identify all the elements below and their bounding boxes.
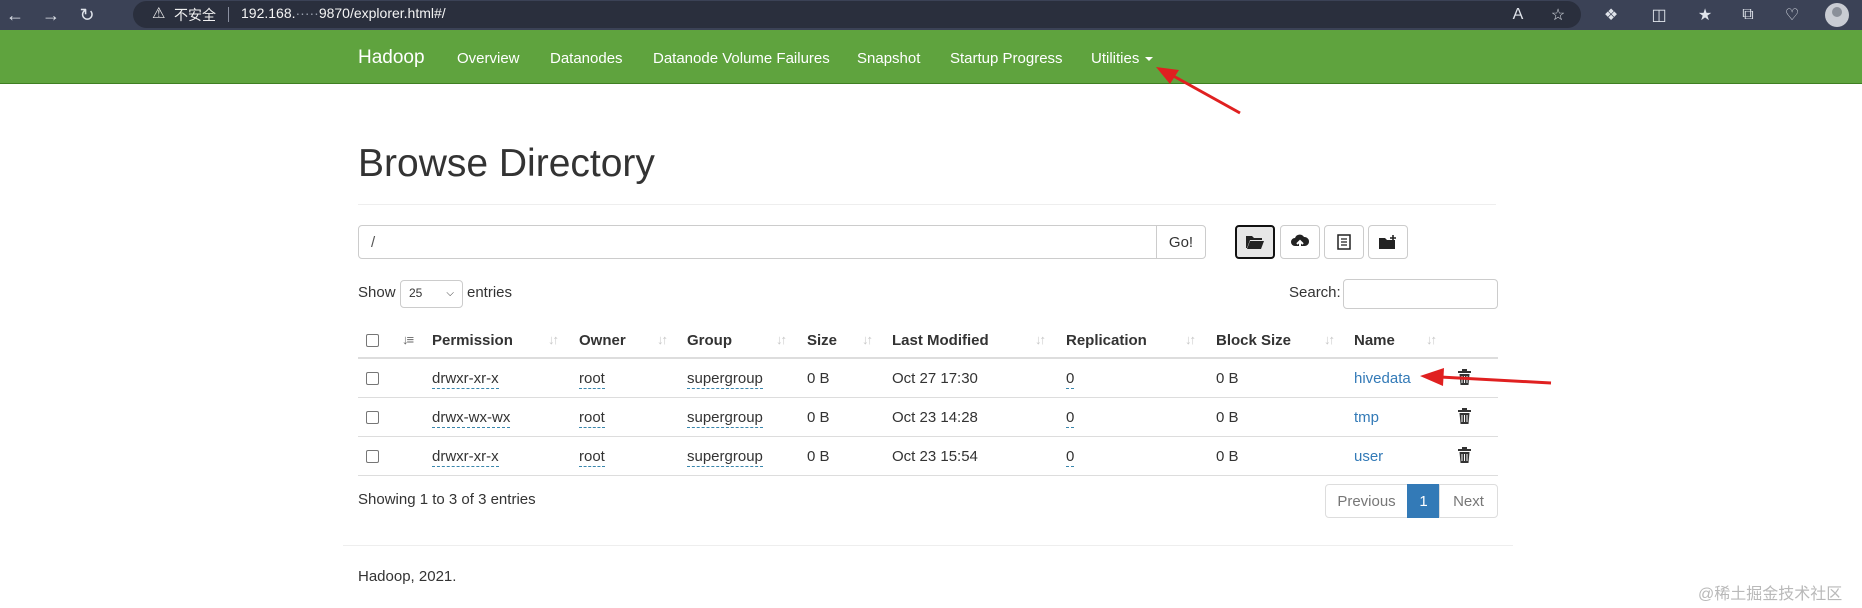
- annotation-arrow-utilities: [1156, 67, 1241, 115]
- annotation-arrow-hivedata: [1420, 368, 1552, 386]
- annotation-arrows: [1156, 67, 1552, 386]
